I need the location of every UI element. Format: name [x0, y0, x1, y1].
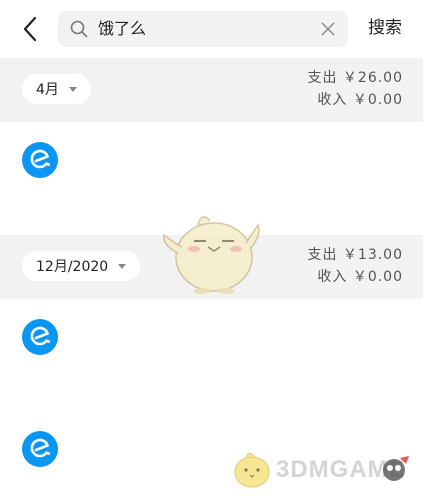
chevron-left-icon [23, 16, 37, 42]
month-selector[interactable]: 12月/2020 [22, 251, 141, 281]
eleme-app-icon [22, 431, 58, 467]
month-label: 12月/2020 [36, 259, 109, 275]
month-totals: 支出 ￥26.00 收入 ￥0.00 [307, 67, 403, 111]
expense-total: 支出 ￥26.00 [307, 70, 403, 86]
eleme-app-icon [22, 319, 58, 355]
income-total: 收入 ￥0.00 [317, 269, 403, 285]
search-input[interactable]: 饿了么 [58, 11, 348, 47]
month-section-header: 4月 支出 ￥26.00 收入 ￥0.00 [0, 58, 423, 122]
search-query-text: 饿了么 [98, 19, 147, 38]
top-bar: 饿了么 搜索 [0, 0, 423, 58]
mascot-watermark-icon [163, 216, 260, 294]
watermark-badge-icon [383, 456, 409, 481]
transaction-row[interactable] [0, 142, 423, 212]
caret-down-icon [118, 263, 127, 269]
month-label: 4月 [36, 82, 59, 98]
search-icon [70, 20, 88, 38]
watermark: 3DMGAME [228, 446, 418, 492]
caret-down-icon [68, 86, 77, 92]
search-button[interactable]: 搜索 [360, 16, 410, 40]
month-selector[interactable]: 4月 [22, 74, 91, 104]
back-button[interactable] [16, 14, 46, 44]
watermark-mascot-icon [234, 452, 270, 488]
eleme-app-icon [22, 142, 58, 178]
expense-total: 支出 ￥13.00 [307, 247, 403, 263]
transaction-row[interactable] [0, 319, 423, 389]
month-totals: 支出 ￥13.00 收入 ￥0.00 [307, 244, 403, 288]
close-icon[interactable] [320, 21, 336, 37]
income-total: 收入 ￥0.00 [317, 92, 403, 108]
